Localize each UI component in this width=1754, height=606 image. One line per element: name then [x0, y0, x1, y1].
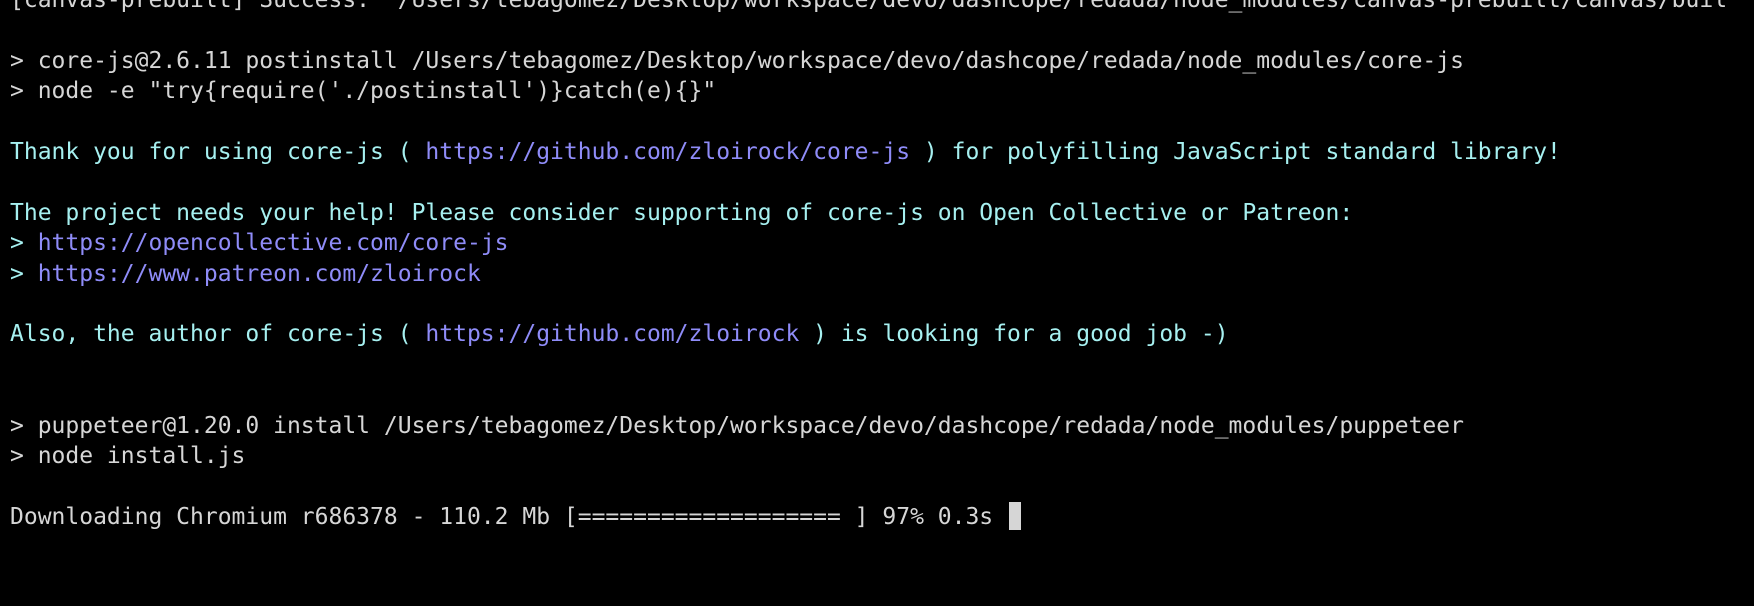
patreon-link[interactable]: https://www.patreon.com/zloirock — [38, 261, 481, 287]
output-line-opencollective: > https://opencollective.com/core-js — [10, 226, 509, 260]
output-line-patreon: > https://www.patreon.com/zloirock — [10, 257, 481, 291]
prompt-marker: > — [10, 230, 38, 256]
terminal-window[interactable]: [canvas-prebuilt] Success: "/Users/tebag… — [0, 0, 1754, 606]
opencollective-link[interactable]: https://opencollective.com/core-js — [38, 230, 509, 256]
download-progress-text: Downloading Chromium r686378 - 110.2 Mb … — [10, 504, 1007, 530]
output-line-puppeteer-node-command: > node install.js — [10, 443, 246, 469]
output-line-corejs-node-command: > node -e "try{require('./postinstall')}… — [10, 78, 717, 104]
thank-you-text-start: Thank you for using core-js ( — [10, 139, 426, 165]
output-line-puppeteer-install: > puppeteer@1.20.0 install /Users/tebago… — [10, 413, 1464, 439]
corejs-repo-link[interactable]: https://github.com/zloirock/core-js — [425, 139, 910, 165]
output-line-thank-you: Thank you for using core-js ( https://gi… — [10, 135, 1561, 169]
thank-you-text-end: ) for polyfilling JavaScript standard li… — [910, 139, 1561, 165]
prompt-marker: > — [10, 261, 38, 287]
output-line-author: Also, the author of core-js ( https://gi… — [10, 317, 1229, 351]
output-line-download-progress: Downloading Chromium r686378 - 110.2 Mb … — [10, 500, 1021, 534]
author-text-start: Also, the author of core-js ( — [10, 321, 426, 347]
author-github-link[interactable]: https://github.com/zloirock — [425, 321, 799, 347]
output-line-corejs-postinstall: > core-js@2.6.11 postinstall /Users/teba… — [10, 48, 1464, 74]
terminal-cursor — [1009, 502, 1021, 530]
output-line-help-request: The project needs your help! Please cons… — [10, 200, 1354, 226]
author-text-end: ) is looking for a good job -) — [799, 321, 1229, 347]
output-line-canvas-success: [canvas-prebuilt] Success: "/Users/tebag… — [10, 0, 1728, 13]
